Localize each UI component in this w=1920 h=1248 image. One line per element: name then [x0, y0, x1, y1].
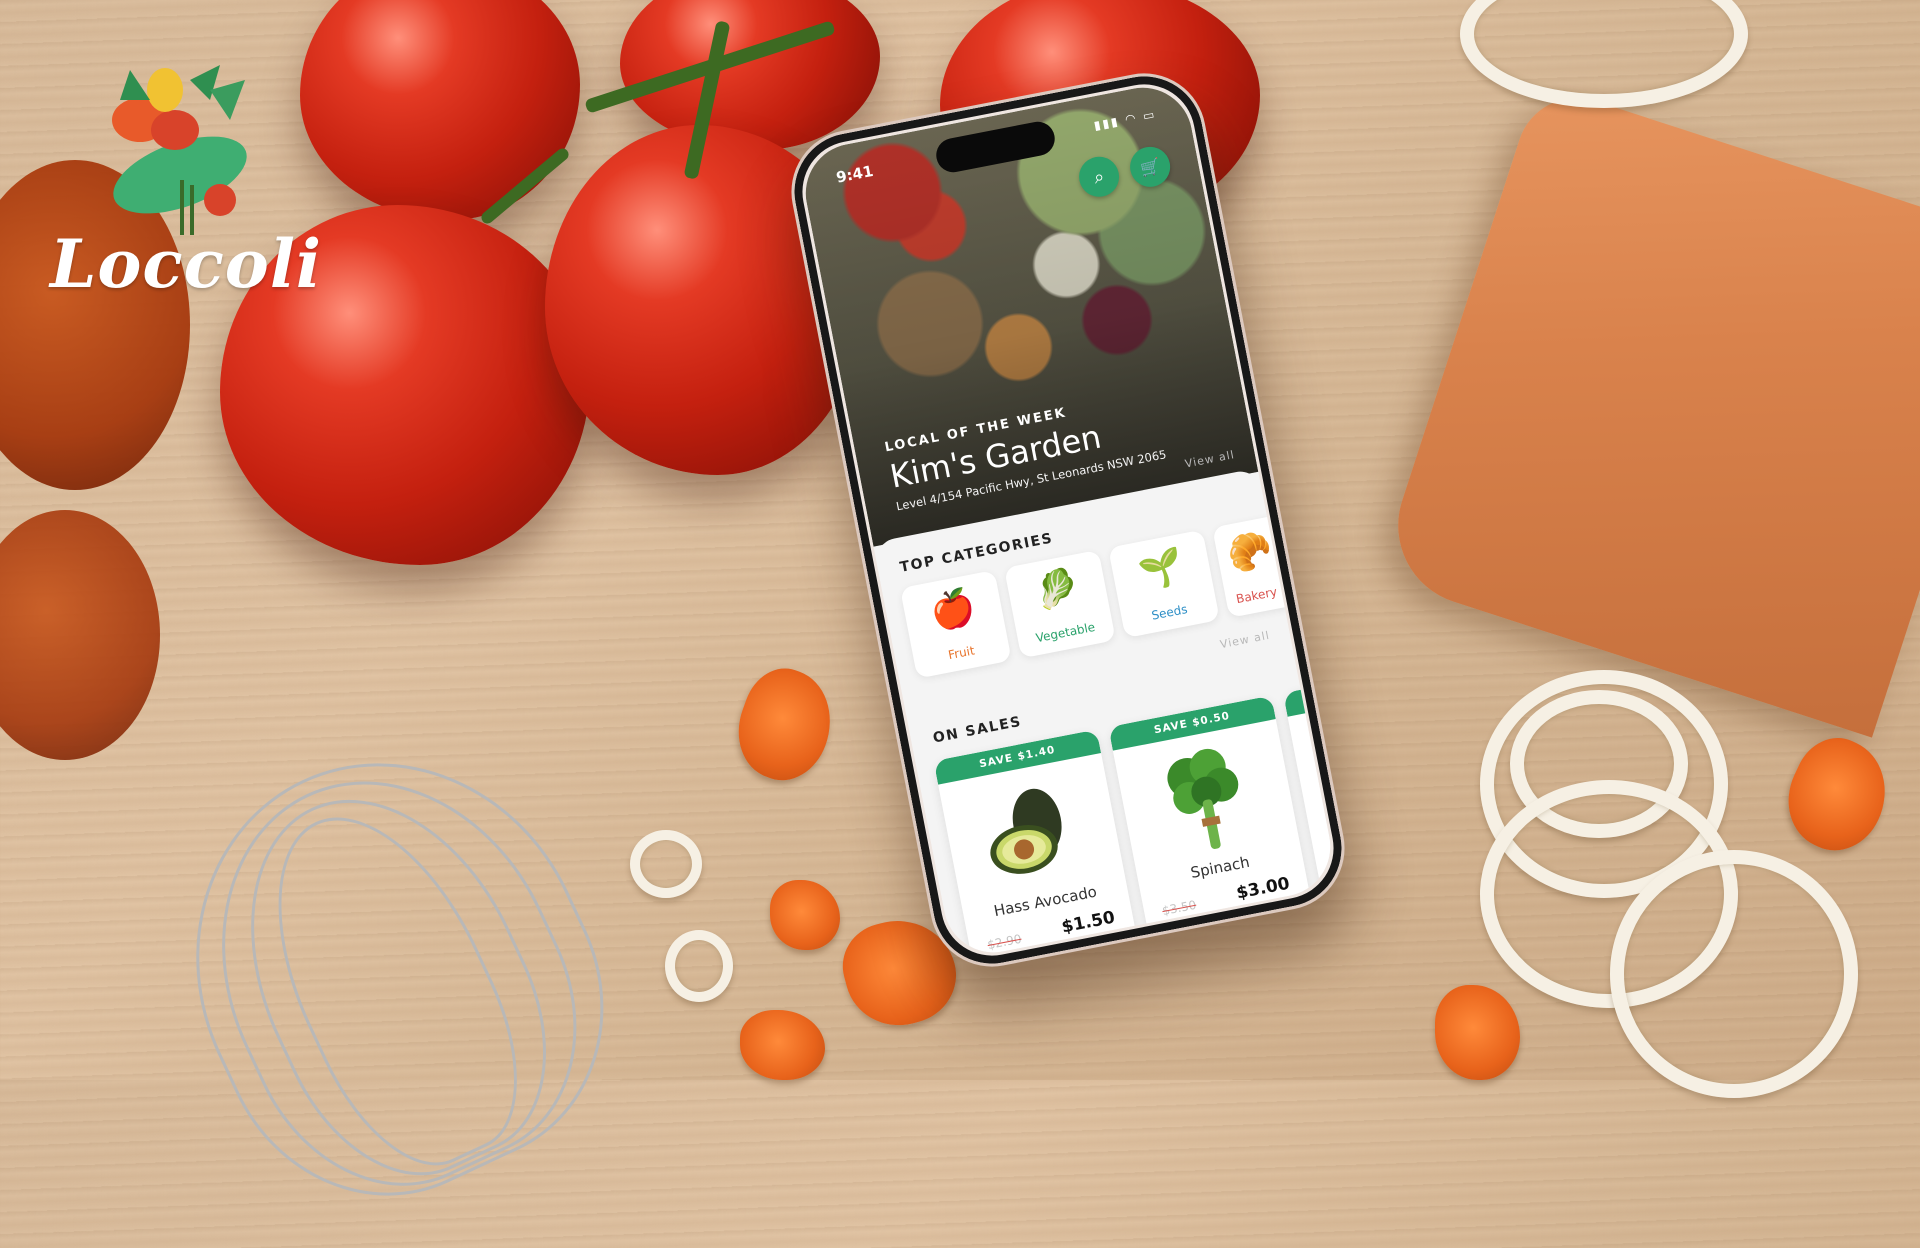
cart-icon: 🛒: [1138, 155, 1162, 179]
brand-logo: Loccoli: [40, 60, 321, 320]
search-icon: ⌕: [1092, 165, 1107, 189]
orange-cloth: [1377, 82, 1920, 738]
spinach-image: [1167, 748, 1239, 849]
onion-ring: [665, 930, 733, 1002]
carrot-slice: [740, 1010, 825, 1080]
category-fruit[interactable]: 🍎 Fruit: [899, 570, 1012, 679]
lettuce-icon: 🥬: [1031, 565, 1084, 615]
category-label: Seeds: [1150, 602, 1189, 623]
tomato: [300, 0, 580, 220]
category-label: Bakery: [1234, 584, 1279, 607]
brand-name: Loccoli: [50, 225, 322, 303]
apple-icon: 🍎: [927, 585, 979, 635]
on-sales-title: ON SALES: [931, 713, 1024, 747]
view-all-categories-link[interactable]: View all: [1219, 629, 1271, 651]
carrot-slice: [770, 880, 840, 950]
carrot-slice: [1771, 725, 1904, 865]
app-screen: 9:41 ▮▮▮ ◠ ▭ ⌕ 🛒 LOCAL OF THE WEEK Kim's…: [797, 79, 1339, 961]
carrot-slice: [723, 657, 847, 793]
category-label: Vegetable: [1034, 619, 1097, 646]
onion-ring: [630, 830, 702, 898]
category-label: Fruit: [946, 643, 976, 663]
carrot-slice: [1435, 985, 1520, 1080]
content-sheet: View all TOP CATEGORIES 🍎 Fruit 🥬 Vegeta…: [872, 448, 1339, 961]
veggie-bouquet-icon: [112, 65, 247, 235]
category-seeds[interactable]: 🌱 Seeds: [1108, 529, 1220, 639]
seed-bag-icon: 🌱: [1135, 545, 1188, 595]
avocado-image: [990, 788, 1062, 874]
product-card-avocado[interactable]: SAVE $1.40 Hass Avocado $2.90 each $1.50…: [933, 729, 1140, 961]
onion-skin: [0, 510, 160, 760]
onion-ring: [1460, 0, 1748, 108]
smartphone: 9:41 ▮▮▮ ◠ ▭ ⌕ 🛒 LOCAL OF THE WEEK Kim's…: [780, 62, 1356, 978]
onion-ring: [1610, 850, 1858, 1098]
category-vegetable[interactable]: 🥬 Vegetable: [1004, 549, 1116, 659]
